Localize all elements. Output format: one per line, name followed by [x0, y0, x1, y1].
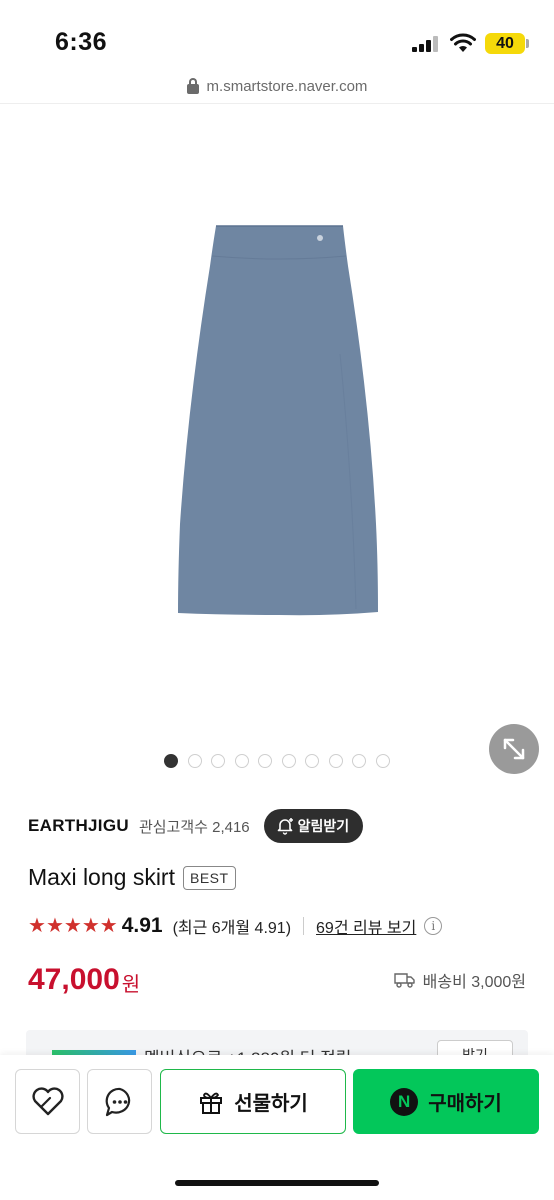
- price-unit: 원: [121, 973, 141, 996]
- star-icon: ★: [81, 915, 100, 937]
- rating-recent: (최근 6개월 4.91): [172, 920, 292, 937]
- product-title-row: Maxi long skirt BEST: [28, 864, 236, 891]
- buy-label: 구매하기: [428, 1093, 502, 1115]
- battery-level: 40: [485, 33, 525, 54]
- star-icon: ★: [99, 915, 118, 937]
- url-text: m.smartstore.naver.com: [206, 77, 368, 95]
- pagination-dot[interactable]: [328, 754, 343, 768]
- gift-button[interactable]: 선물하기: [160, 1069, 346, 1134]
- pagination-dot[interactable]: [234, 754, 249, 768]
- price-row: 47,000 원 배송비 3,000원: [28, 960, 526, 1000]
- star-icon: ★: [45, 915, 64, 937]
- pagination-dot[interactable]: [211, 754, 226, 768]
- home-indicator[interactable]: [175, 1180, 379, 1186]
- alert-subscribe-button[interactable]: 알림받기: [263, 809, 364, 843]
- rating-row: ★ ★ ★ ★ ★ 4.91 (최근 6개월 4.91) 69건 리뷰 보기 i: [28, 914, 443, 938]
- bottom-action-bar: 선물하기 N 구매하기: [0, 1055, 554, 1200]
- shipping-info: 배송비 3,000원: [393, 968, 526, 992]
- review-link[interactable]: 69건 리뷰 보기: [316, 914, 416, 938]
- talk-button[interactable]: [87, 1069, 152, 1134]
- gift-icon: [200, 1092, 223, 1114]
- rating-value: 4.91: [121, 914, 163, 937]
- naver-pay-n-logo: N: [390, 1087, 419, 1116]
- pagination-dot[interactable]: [187, 754, 202, 768]
- chat-bubble-icon: [105, 1087, 130, 1116]
- heart-icon: [31, 1086, 64, 1115]
- cellular-signal-icon: [412, 36, 438, 52]
- rating-separator: [303, 917, 305, 935]
- product-image[interactable]: [0, 104, 554, 744]
- status-bar: 6:36 40: [0, 0, 554, 70]
- bell-plus-icon: [277, 818, 293, 835]
- product-title: Maxi long skirt: [28, 864, 175, 890]
- pagination-dot[interactable]: [164, 754, 179, 768]
- followers-count: 관심고객수 2,416: [138, 818, 250, 836]
- star-icon: ★: [28, 915, 46, 937]
- buy-button[interactable]: N 구매하기: [353, 1069, 539, 1134]
- price-amount: 47,000: [28, 963, 120, 996]
- brand-name[interactable]: EARTHJIGU: [28, 816, 129, 836]
- info-icon[interactable]: i: [424, 917, 443, 935]
- star-rating: ★ ★ ★ ★ ★: [28, 916, 118, 936]
- lock-icon: [186, 78, 199, 94]
- gift-label: 선물하기: [234, 1093, 308, 1115]
- pagination-dot[interactable]: [281, 754, 296, 768]
- wifi-icon: [450, 33, 476, 52]
- star-icon: ★: [63, 915, 82, 937]
- battery-tip: [526, 39, 529, 48]
- alert-label: 알림받기: [297, 818, 350, 834]
- pagination-dot[interactable]: [352, 754, 367, 768]
- url-bar[interactable]: m.smartstore.naver.com: [0, 70, 554, 102]
- image-pagination: [0, 754, 554, 768]
- shipping-fee: 배송비 3,000원: [422, 974, 526, 991]
- best-badge: BEST: [182, 865, 236, 890]
- truck-icon: [393, 973, 415, 988]
- wishlist-button[interactable]: [15, 1069, 80, 1134]
- status-time: 6:36: [55, 28, 108, 56]
- store-info-row: EARTHJIGU 관심고객수 2,416 알림받기: [28, 808, 526, 844]
- pagination-dot[interactable]: [375, 754, 390, 768]
- pagination-dot[interactable]: [305, 754, 320, 768]
- pagination-dot[interactable]: [258, 754, 273, 768]
